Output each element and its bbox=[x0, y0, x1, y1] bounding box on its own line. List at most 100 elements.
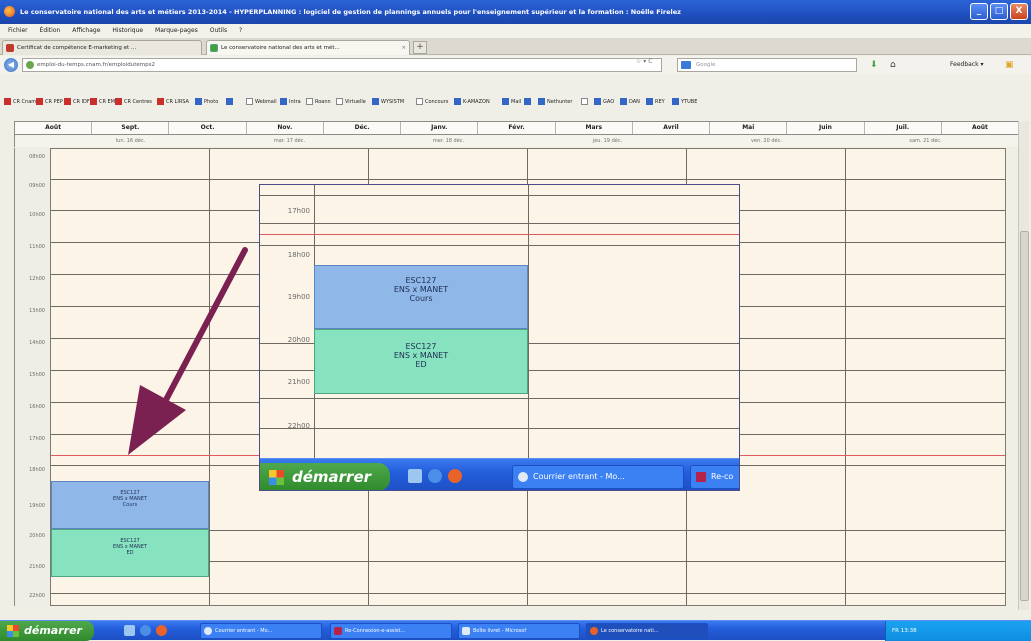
bookmark-cr-em[interactable]: CR EM bbox=[90, 97, 115, 107]
inset-course-ed[interactable]: ESC127 ENS x MANET ED bbox=[314, 329, 528, 394]
hour-line bbox=[51, 593, 1005, 594]
bookmark-roann[interactable]: Roann bbox=[306, 97, 331, 107]
wysistm-icon bbox=[372, 98, 379, 105]
scroll-thumb[interactable] bbox=[1020, 231, 1029, 601]
bookmark-cr-idf[interactable]: CR IDF bbox=[64, 97, 90, 107]
url-controls[interactable]: ☆ ▾ C bbox=[636, 58, 652, 65]
bookmark-folder-1[interactable] bbox=[226, 97, 235, 107]
bookmark-cr-centres[interactable]: CR Centres bbox=[115, 97, 152, 107]
course-block-ed[interactable]: ESC127 ENS x MANET ED bbox=[51, 529, 209, 577]
bookmark-intra[interactable]: Intra bbox=[280, 97, 301, 107]
new-tab-button[interactable]: + bbox=[413, 41, 427, 54]
inset-taskbar: démarrer Courrier entrant - Mo... Re-co bbox=[260, 458, 739, 490]
tray-clock: FR 13:38 bbox=[892, 628, 917, 634]
start-label: démarrer bbox=[24, 624, 82, 637]
app-icon bbox=[696, 472, 706, 482]
bookmark-circle[interactable] bbox=[581, 97, 590, 107]
internet-explorer-icon[interactable] bbox=[140, 625, 151, 636]
home-icon[interactable]: ⌂ bbox=[890, 58, 896, 72]
cr-icon bbox=[4, 98, 11, 105]
download-icon[interactable]: ⬇ bbox=[870, 58, 878, 72]
month-nov[interactable]: Nov. bbox=[247, 122, 324, 134]
bookmark-webmail[interactable]: Webmail bbox=[246, 97, 277, 107]
addon-icon[interactable]: ▣ bbox=[1005, 58, 1014, 72]
desktop-icon bbox=[408, 469, 422, 483]
maximize-button[interactable]: □ bbox=[990, 3, 1008, 20]
hour-label: 12h00 bbox=[29, 276, 45, 282]
bookmark-nethunter[interactable]: Nethunter bbox=[538, 97, 572, 107]
inset-hour-label: 20h00 bbox=[287, 336, 310, 344]
month-janv[interactable]: Janv. bbox=[401, 122, 479, 134]
inset-course-cours[interactable]: ESC127 ENS x MANET Cours bbox=[314, 265, 528, 329]
tab-label: Le conservatoire national des arts et mé… bbox=[221, 45, 340, 51]
hour-label: 13h00 bbox=[29, 308, 45, 314]
search-input[interactable]: Google bbox=[677, 58, 857, 72]
task-mail[interactable]: Courrier entrant - Mo... bbox=[200, 623, 322, 639]
month-juin[interactable]: Juin bbox=[787, 122, 865, 134]
month-avril[interactable]: Avril bbox=[633, 122, 711, 134]
bookmark-concours[interactable]: Concours bbox=[416, 97, 448, 107]
firefox-icon[interactable] bbox=[156, 625, 167, 636]
inset-hour-label: 17h00 bbox=[287, 207, 310, 215]
start-button[interactable]: démarrer bbox=[0, 621, 94, 641]
month-aout-2[interactable]: Août bbox=[942, 122, 1018, 134]
menu-view[interactable]: Affichage bbox=[72, 27, 100, 34]
hour-label: 09h00 bbox=[29, 183, 45, 189]
day-header: mer. 18 déc. bbox=[432, 138, 465, 144]
bookmark-ytube[interactable]: YTUBE bbox=[672, 97, 697, 107]
month-sept[interactable]: Sept. bbox=[92, 122, 170, 134]
bookmark-cr-cnam[interactable]: CR Cnam bbox=[4, 97, 36, 107]
tab-close-icon[interactable]: × bbox=[401, 41, 406, 55]
month-mars[interactable]: Mars bbox=[556, 122, 633, 134]
vertical-scrollbar[interactable] bbox=[1018, 121, 1029, 610]
month-dec[interactable]: Déc. bbox=[324, 122, 402, 134]
gao-icon bbox=[594, 98, 601, 105]
back-arrow-icon[interactable]: ◀ bbox=[4, 58, 18, 72]
bookmark-virtuelle[interactable]: Virtuelle bbox=[336, 97, 366, 107]
month-fevr[interactable]: Févr. bbox=[478, 122, 556, 134]
hour-label: 15h00 bbox=[29, 372, 45, 378]
show-desktop-icon[interactable] bbox=[124, 625, 135, 636]
month-juil[interactable]: Juil. bbox=[865, 122, 942, 134]
day-header: lun. 16 déc. bbox=[115, 138, 146, 144]
task-word[interactable]: Boîte livret - Microsof bbox=[458, 623, 580, 639]
month-oct[interactable]: Oct. bbox=[169, 122, 247, 134]
menu-tools[interactable]: Outils bbox=[210, 27, 227, 34]
day-header: sam. 21 déc. bbox=[909, 138, 942, 144]
tab-conservatoire[interactable]: Le conservatoire national des arts et mé… bbox=[206, 40, 410, 55]
hour-label: 19h00 bbox=[29, 503, 45, 509]
bookmark-wysistm[interactable]: WYSISTM bbox=[372, 97, 404, 107]
course-type: ED bbox=[126, 550, 134, 556]
month-aout[interactable]: Août bbox=[15, 122, 93, 134]
url-input[interactable]: emploi-du-temps.cnam.fr/emploidutemps2 bbox=[22, 58, 662, 72]
bookmark-rey[interactable]: REY bbox=[646, 97, 665, 107]
course-block-cours[interactable]: ESC127 ENS x MANET Cours bbox=[51, 481, 209, 529]
bookmark-amazon[interactable]: K-AMAZON bbox=[454, 97, 490, 107]
task-reconnexion[interactable]: Re-Connexion-e-assist... bbox=[330, 623, 452, 639]
menu-edit[interactable]: Édition bbox=[40, 27, 61, 34]
bookmark-cr-lirsa[interactable]: CR LIRSA bbox=[157, 97, 189, 107]
tab-certificat[interactable]: Certificat de compétence E-marketing et … bbox=[2, 40, 202, 55]
bookmark-photo[interactable]: Photo bbox=[195, 97, 218, 107]
menu-help[interactable]: ? bbox=[239, 27, 242, 34]
task-conservatoire[interactable]: Le conservatoire nati... bbox=[586, 623, 708, 639]
inset-hour-line bbox=[260, 398, 739, 399]
course-code: ESC127 bbox=[405, 276, 437, 285]
menu-history[interactable]: Historique bbox=[112, 27, 143, 34]
ie-icon bbox=[428, 469, 442, 483]
folder-icon bbox=[226, 98, 233, 105]
close-button[interactable]: X bbox=[1010, 3, 1028, 20]
hour-label: 20h00 bbox=[29, 533, 45, 539]
month-mai[interactable]: Mai bbox=[710, 122, 788, 134]
menu-file[interactable]: Fichier bbox=[8, 27, 28, 34]
bookmark-cr-pep[interactable]: CR PEP bbox=[36, 97, 63, 107]
minimize-button[interactable]: _ bbox=[970, 3, 988, 20]
bookmark-gao[interactable]: GAO bbox=[594, 97, 614, 107]
bookmark-folder-2[interactable] bbox=[524, 97, 533, 107]
menu-bookmarks[interactable]: Marque-pages bbox=[155, 27, 198, 34]
inset-task-reco: Re-co bbox=[690, 465, 739, 489]
bookmark-mail[interactable]: Mail bbox=[502, 97, 521, 107]
mail-icon bbox=[502, 98, 509, 105]
bookmark-dan[interactable]: DAN bbox=[620, 97, 640, 107]
feedback-button[interactable]: Feedback ▾ bbox=[950, 58, 984, 72]
